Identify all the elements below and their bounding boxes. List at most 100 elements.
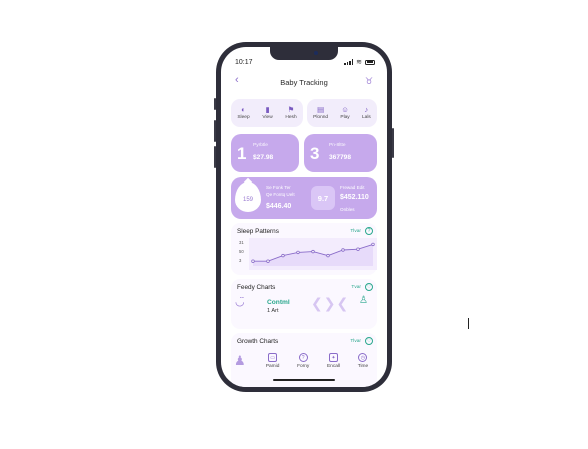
summary-value: $27.98 [253, 154, 274, 161]
sleep-patterns-title: Sleep Patterns [237, 228, 279, 235]
phone-screen: 10:17 ≋ ‹ Baby Tracking ♉ ◐ Sleep ▮ View [221, 47, 387, 387]
battery-icon [365, 59, 375, 65]
bottom-tab-bar: ▭ Pamid ? Forny ✦ Encall ◷ Time [231, 347, 377, 375]
bottle-icon: ♙ [359, 295, 368, 306]
summary-card-2[interactable]: 3 Pn-8ltte 367798 [304, 134, 377, 172]
tab-forny[interactable]: ? Forny [297, 353, 309, 369]
sleep-point [251, 259, 255, 263]
mute-switch [214, 98, 216, 110]
y-tick-label: 3 [239, 258, 242, 263]
bar-chart-icon: ▮ [265, 105, 270, 115]
moon-icon: ◐ [241, 105, 246, 115]
sleep-point [326, 253, 330, 258]
tab-label: Forny [297, 364, 310, 369]
status-time: 10:17 [235, 58, 253, 66]
feeding-title: Feedy Charts [237, 284, 276, 291]
quick-action-label: View [262, 114, 273, 120]
quick-action-play[interactable]: ☺ Play [340, 106, 349, 120]
baby-face-icon: ◡̈ [235, 296, 245, 308]
text-cursor [468, 318, 469, 329]
calendar-icon: ▤ [317, 105, 325, 115]
sleep-patterns-panel: Sleep Patterns Tlvar ? 31 50 3 [231, 223, 377, 275]
percent-value: 9.7 [317, 193, 329, 203]
drop-badge-value: 159 [242, 197, 253, 203]
feature-line-1: Se Fonk Ter [266, 185, 291, 190]
sleep-patterns-link[interactable]: Tlvar [350, 229, 361, 234]
quick-action-label: Sleep [237, 114, 250, 120]
quick-actions-group-1: ◐ Sleep ▮ View ⚑ Hesh [231, 99, 303, 127]
tab-label: Pamid [265, 364, 280, 369]
flag-icon: ⚑ [287, 105, 295, 115]
summary-number: 3 [310, 144, 320, 163]
heart-icon[interactable]: ♡ [365, 337, 373, 345]
volume-up-button [214, 120, 216, 142]
summary-label: Pyrbtle [253, 143, 268, 148]
summary-number: 1 [237, 144, 247, 163]
quick-action-label: Lals [362, 114, 371, 120]
feature-right-label: Frewad Edit [340, 185, 365, 190]
wifi-icon: ≋ [356, 59, 362, 66]
home-indicator [273, 379, 335, 381]
quick-action-plonnd[interactable]: ▤ Plonnd [313, 106, 328, 120]
clock-icon: ◷ [358, 353, 368, 362]
drop-badge-icon: 159 [235, 182, 261, 212]
chevron-left-icon[interactable]: ‹ [235, 74, 239, 86]
question-icon: ? [298, 353, 308, 362]
signal-icon [344, 59, 354, 65]
feeding-panel: Feedy Charts Tvar ♡ ◡̈ Contml 1 Art ❮❯❮ … [231, 279, 377, 329]
quick-action-label: Plonnd [313, 114, 329, 120]
arrows-icon: ❮❯❮ [311, 295, 350, 311]
feature-card[interactable]: 159 Se Fonk Ter Qe Fontq Uelt $446.40 9.… [231, 177, 377, 219]
quick-action-view[interactable]: ▮ View [262, 106, 272, 120]
baby-icon[interactable]: ♉ [365, 76, 373, 87]
sleep-point [296, 250, 300, 255]
feeding-line-1: Contml [267, 299, 290, 306]
feature-line-2: Qe Fontq Uelt [266, 192, 295, 197]
tab-pamid[interactable]: ▭ Pamid [265, 353, 280, 369]
feature-right-sub: Onbles [340, 207, 355, 212]
growth-link[interactable]: Tlvar [350, 339, 361, 344]
volume-down-button [214, 146, 216, 168]
camera-icon [314, 51, 318, 55]
notch [270, 47, 338, 60]
music-icon: ♪ [364, 105, 369, 115]
sleep-chart [249, 238, 377, 270]
puzzle-icon: ✦ [329, 353, 338, 362]
tab-time[interactable]: ◷ Time [358, 353, 368, 369]
summary-card-1[interactable]: 1 Pyrbtle $27.98 [231, 134, 299, 172]
tv-icon: ▭ [268, 353, 278, 362]
tab-label: Encall [326, 364, 341, 369]
sleep-point [281, 253, 285, 258]
sleep-point [356, 247, 360, 251]
quick-actions-group-2: ▤ Plonnd ☺ Play ♪ Lals [307, 99, 377, 127]
quick-action-label: Hesh [285, 114, 297, 120]
page-title: Baby Tracking [280, 77, 328, 87]
growth-title: Growth Charts [237, 338, 279, 345]
quick-action-label: Play [340, 114, 350, 120]
quick-action-lals[interactable]: ♪ Lals [362, 106, 371, 120]
smile-icon: ☺ [341, 105, 349, 115]
heart-icon[interactable]: ♡ [365, 283, 373, 291]
percent-badge: 9.7 [311, 186, 335, 210]
y-tick-label: 50 [239, 249, 244, 254]
quick-action-hesh[interactable]: ⚑ Hesh [285, 106, 296, 120]
quick-actions-bar: ◐ Sleep ▮ View ⚑ Hesh ▤ Plonnd ☺ Play ♪ … [231, 99, 377, 127]
feeding-line-2: 1 Art [267, 308, 279, 314]
sleep-point [371, 242, 375, 247]
sleep-point [341, 248, 345, 252]
feature-value: $446.40 [266, 203, 292, 210]
feature-right-value: $452.110 [340, 194, 369, 201]
power-button [392, 128, 394, 158]
summary-label: Pn-8ltte [329, 143, 346, 148]
info-icon[interactable]: ? [365, 227, 373, 235]
app-header: ‹ Baby Tracking ♉ [221, 74, 387, 90]
phone-frame: 10:17 ≋ ‹ Baby Tracking ♉ ◐ Sleep ▮ View [214, 42, 394, 392]
tab-label: Time [357, 364, 369, 369]
summary-value: 367798 [329, 154, 352, 161]
quick-action-sleep[interactable]: ◐ Sleep [237, 106, 249, 120]
y-tick-label: 31 [239, 240, 244, 245]
sleep-point [266, 259, 270, 263]
sleep-point [311, 249, 315, 254]
feeding-link[interactable]: Tvar [351, 285, 361, 290]
tab-encall[interactable]: ✦ Encall [327, 353, 340, 369]
